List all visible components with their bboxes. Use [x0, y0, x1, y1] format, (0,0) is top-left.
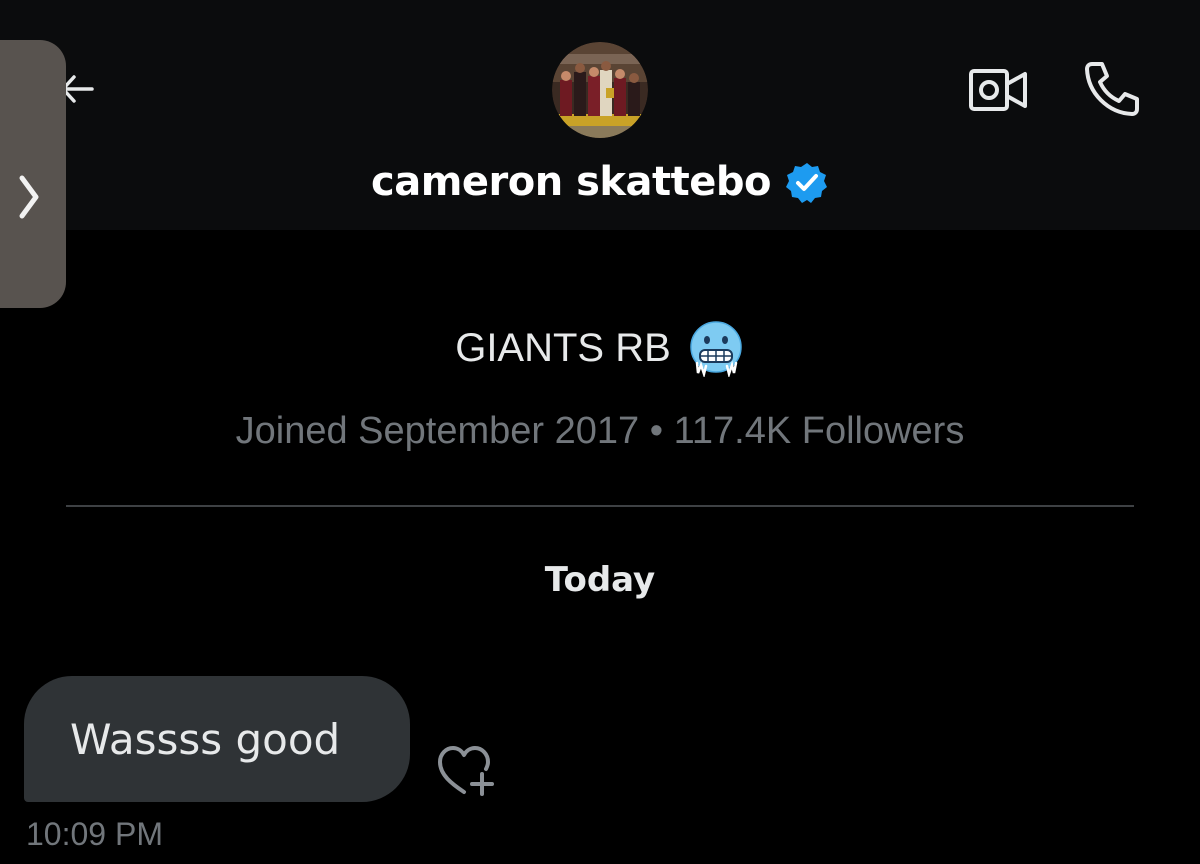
display-name-row: cameron skattebo: [0, 150, 1200, 214]
profile-meta: Joined September 2017 • 117.4K Followers: [235, 410, 965, 452]
message-text: Wassss good: [70, 714, 341, 764]
video-call-icon[interactable]: [966, 66, 1030, 114]
cold-face-emoji-icon: [690, 321, 742, 377]
message-bubble[interactable]: Wassss good: [24, 676, 410, 802]
bio-text: GIANTS RB: [455, 325, 671, 370]
phone-icon[interactable]: [1080, 58, 1142, 120]
conversation-header: cameron skattebo: [0, 0, 1200, 230]
day-separator: Today: [544, 560, 656, 600]
chevron-right-icon: [19, 175, 39, 219]
verified-badge-icon: [786, 163, 827, 203]
avatar-image: [552, 42, 648, 138]
avatar[interactable]: [552, 42, 648, 138]
message-timestamp: 10:09 PM: [26, 816, 163, 852]
divider: [66, 505, 1134, 507]
add-reaction-heart-icon[interactable]: [436, 744, 498, 798]
side-drawer-handle[interactable]: [0, 40, 66, 308]
display-name[interactable]: cameron skattebo: [371, 159, 772, 205]
profile-bio: GIANTS RB: [0, 318, 1200, 378]
